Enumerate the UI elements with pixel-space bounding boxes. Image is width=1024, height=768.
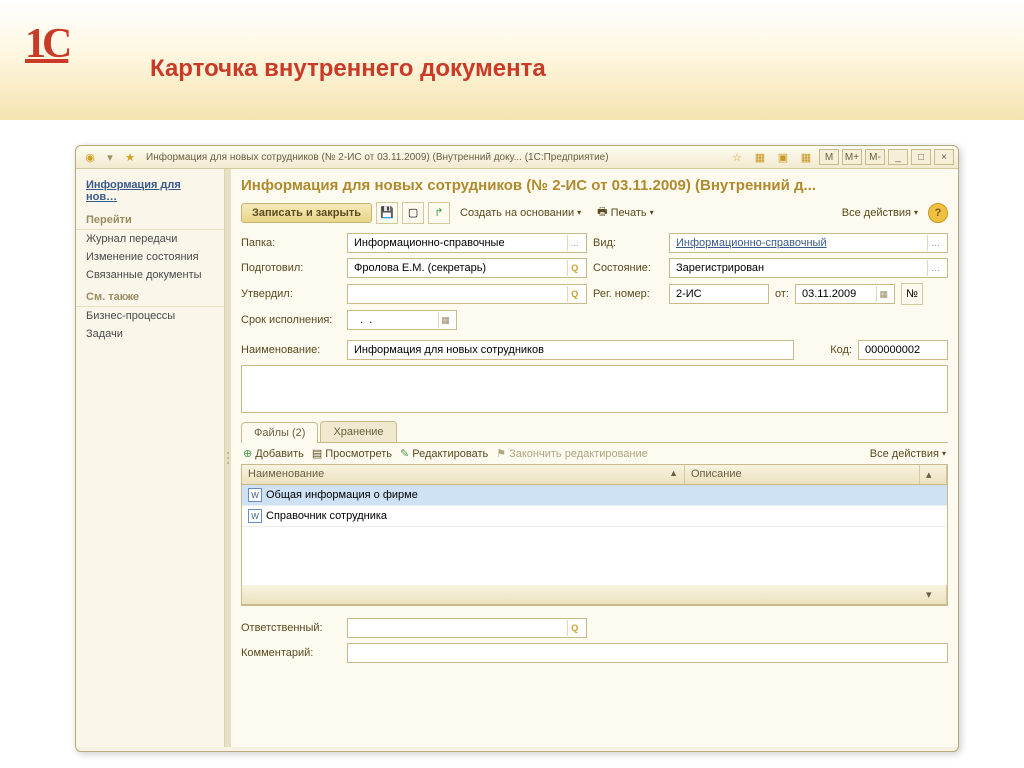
field-folder[interactable]: …: [347, 233, 587, 253]
plus-icon: ⊕: [243, 447, 252, 460]
grid-toolbar: ⊕Добавить ▤Просмотреть ✎Редактировать ⚑З…: [241, 443, 948, 464]
field-prepared[interactable]: Q: [347, 258, 587, 278]
label-comment: Комментарий:: [241, 647, 341, 659]
label-code: Код:: [830, 344, 852, 356]
field-deadline[interactable]: ▦: [347, 310, 457, 330]
star-icon[interactable]: ★: [123, 150, 137, 164]
search-icon[interactable]: Q: [567, 260, 583, 276]
field-comment[interactable]: [347, 643, 948, 663]
table-row[interactable]: WСправочник сотрудника: [242, 506, 947, 527]
mem-mplus-button[interactable]: M+: [842, 149, 862, 165]
number-button[interactable]: №: [901, 283, 923, 305]
tabs: Файлы (2) Хранение: [241, 421, 948, 443]
list-icon[interactable]: ▦: [753, 150, 767, 164]
minimize-button[interactable]: _: [888, 149, 908, 165]
sidebar-link-related[interactable]: Связанные документы: [76, 266, 224, 284]
files-grid: Наименование ▲ Описание ▴ WОбщая информа…: [241, 464, 948, 606]
help-icon[interactable]: ?: [928, 203, 948, 223]
select-icon[interactable]: …: [927, 260, 943, 276]
calc-icon[interactable]: ▣: [776, 150, 790, 164]
calendar-icon[interactable]: ▦: [438, 312, 452, 328]
sidebar: Информация для нов… Перейти Журнал перед…: [76, 169, 225, 747]
label-responsible: Ответственный:: [241, 622, 341, 634]
label-regnum: Рег. номер:: [593, 288, 663, 300]
grid-all-actions-button[interactable]: Все действия▾: [870, 448, 946, 460]
label-folder: Папка:: [241, 237, 341, 249]
back-icon[interactable]: ▾: [103, 150, 117, 164]
label-from: от:: [775, 288, 789, 300]
slide-header: 1C Карточка внутреннего документа: [0, 0, 1024, 120]
select-icon[interactable]: …: [927, 235, 943, 251]
scroll-up-icon[interactable]: ▴: [920, 465, 947, 484]
sidebar-title[interactable]: Информация для нов…: [76, 175, 224, 207]
field-kind[interactable]: …: [669, 233, 948, 253]
view-button[interactable]: ▤Просмотреть: [312, 447, 392, 460]
field-date[interactable]: ▦: [795, 284, 895, 304]
label-name: Наименование:: [241, 344, 341, 356]
field-responsible[interactable]: Q: [347, 618, 587, 638]
sidebar-link-state[interactable]: Изменение состояния: [76, 248, 224, 266]
blank-icon[interactable]: ▢: [402, 202, 424, 224]
all-actions-button[interactable]: Все действия▾: [836, 204, 924, 222]
lock-icon: ⚑: [496, 447, 506, 460]
print-button[interactable]: 🖶Печать▾: [591, 200, 659, 225]
sidebar-section-goto: Перейти: [76, 211, 224, 230]
fav-icon[interactable]: ☆: [730, 150, 744, 164]
select-icon[interactable]: …: [567, 235, 583, 251]
sidebar-link-bp[interactable]: Бизнес-процессы: [76, 307, 224, 325]
label-state: Состояние:: [593, 262, 663, 274]
save-icon[interactable]: 💾: [376, 202, 398, 224]
logo-1c: 1C: [25, 20, 100, 75]
tab-files[interactable]: Файлы (2): [241, 422, 318, 443]
calendar-icon[interactable]: ▦: [876, 286, 890, 302]
tab-storage[interactable]: Хранение: [320, 421, 396, 442]
sidebar-link-journal[interactable]: Журнал передачи: [76, 230, 224, 248]
sidebar-link-tasks[interactable]: Задачи: [76, 325, 224, 343]
toolbar: Записать и закрыть 💾 ▢ ↱ Создать на осно…: [241, 200, 948, 225]
edit-button[interactable]: ✎Редактировать: [400, 447, 488, 460]
save-close-button[interactable]: Записать и закрыть: [241, 203, 372, 223]
maximize-button[interactable]: □: [911, 149, 931, 165]
mem-mminus-button[interactable]: M-: [865, 149, 885, 165]
field-code[interactable]: [858, 340, 948, 360]
field-name[interactable]: [347, 340, 794, 360]
arrow-icon[interactable]: ↱: [428, 202, 450, 224]
grid-col-name[interactable]: Наименование ▲: [242, 465, 685, 484]
search-icon[interactable]: Q: [567, 620, 583, 636]
field-regnum[interactable]: [669, 284, 769, 304]
slide-title: Карточка внутреннего документа: [150, 55, 546, 83]
field-approved[interactable]: Q: [347, 284, 587, 304]
word-icon: W: [248, 509, 262, 523]
add-button[interactable]: ⊕Добавить: [243, 447, 304, 460]
document-title: Информация для новых сотрудников (№ 2-ИС…: [241, 177, 948, 194]
field-state[interactable]: …: [669, 258, 948, 278]
app-window: ◉ ▾ ★ Информация для новых сотрудников (…: [75, 145, 959, 752]
finish-button[interactable]: ⚑Закончить редактирование: [496, 447, 648, 460]
scroll-down-icon[interactable]: ▾: [920, 585, 947, 604]
main-pane: Информация для новых сотрудников (№ 2-ИС…: [231, 169, 958, 747]
edit-icon: ✎: [400, 447, 409, 460]
label-deadline: Срок исполнения:: [241, 314, 341, 326]
create-based-button[interactable]: Создать на основании▾: [454, 204, 587, 222]
sidebar-section-see: См. также: [76, 288, 224, 307]
label-approved: Утвердил:: [241, 288, 341, 300]
label-prepared: Подготовил:: [241, 262, 341, 274]
grid-col-desc[interactable]: Описание: [685, 465, 920, 484]
printer-icon: 🖶: [597, 203, 607, 222]
label-kind: Вид:: [593, 237, 663, 249]
titlebar: ◉ ▾ ★ Информация для новых сотрудников (…: [76, 146, 958, 169]
search-icon[interactable]: Q: [567, 286, 583, 302]
calendar-icon[interactable]: ▦: [799, 150, 813, 164]
close-button[interactable]: ×: [934, 149, 954, 165]
description-textarea[interactable]: [241, 365, 948, 413]
app-icon: ◉: [83, 150, 97, 164]
window-title: Информация для новых сотрудников (№ 2-ИС…: [146, 152, 727, 163]
word-icon: W: [248, 488, 262, 502]
table-row[interactable]: WОбщая информация о фирме: [242, 485, 947, 506]
page-icon: ▤: [312, 447, 322, 460]
mem-m-button[interactable]: M: [819, 149, 839, 165]
